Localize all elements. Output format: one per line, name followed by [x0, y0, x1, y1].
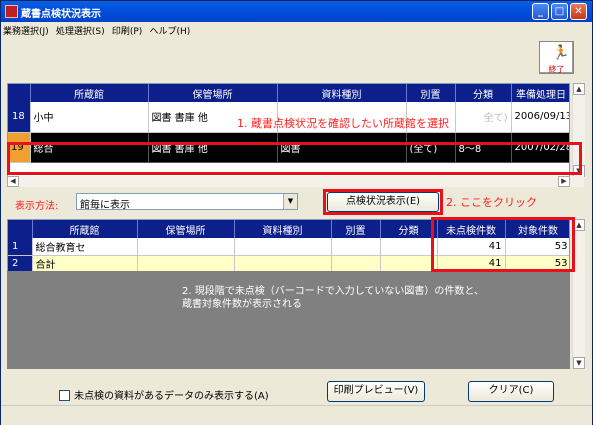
- library-grid-hscroll[interactable]: ◀ ▶: [7, 176, 584, 187]
- scroll-down-icon[interactable]: ▼: [573, 357, 585, 369]
- header-storage[interactable]: 保管場所: [148, 84, 278, 102]
- highlight-counts: [431, 217, 575, 272]
- display-method-select[interactable]: 館毎に表示 ▼: [76, 193, 298, 211]
- cell-separate: [331, 238, 381, 256]
- cell-material-type: [234, 238, 332, 256]
- scroll-left-icon[interactable]: ◀: [7, 176, 19, 187]
- clear-button[interactable]: クリア(C): [468, 381, 554, 402]
- menu-bar: 業務選択(J) 処理選択(S) 印刷(P) ヘルプ(H): [1, 22, 592, 38]
- header-classification[interactable]: 分類: [380, 220, 438, 238]
- row-number: 1: [8, 238, 33, 256]
- cell-material-type: [234, 255, 332, 271]
- app-icon: [5, 5, 18, 18]
- chevron-down-icon[interactable]: ▼: [283, 194, 297, 209]
- header-separate[interactable]: 別置: [331, 220, 381, 238]
- display-method-value: 館毎に表示: [80, 200, 130, 211]
- annotation-line-2: 蔵書対象件数が表示される: [182, 299, 302, 310]
- title-bar: 蔵書点検状況表示 _ □ ✕: [1, 1, 592, 22]
- cell-classification: 全て): [455, 102, 512, 133]
- only-unchecked-checkbox[interactable]: 未点検の資料があるデータのみ表示する(A): [59, 387, 269, 402]
- annotation-line-1: 2. 現段階で未点検（バーコードで入力していない図書）の件数と、: [182, 286, 485, 297]
- running-figure-icon: 🏃: [552, 45, 570, 61]
- row-number: 18: [8, 102, 31, 133]
- cell-library: 総合教育セ: [32, 238, 138, 256]
- annotation-click-here: 2. ここをクリック: [446, 196, 537, 209]
- scroll-right-icon[interactable]: ▶: [558, 176, 570, 187]
- header-corner: [8, 84, 31, 102]
- header-material-type[interactable]: 資料種別: [234, 220, 332, 238]
- window-title: 蔵書点検状況表示: [21, 9, 101, 20]
- exit-button-label: 終了: [548, 65, 565, 74]
- cell-storage: [137, 255, 235, 271]
- header-separate[interactable]: 別置: [406, 84, 456, 102]
- annotation-count-explanation: 2. 現段階で未点検（バーコードで入力していない図書）の件数と、 蔵書対象件数が…: [182, 285, 484, 311]
- header-storage[interactable]: 保管場所: [137, 220, 235, 238]
- display-method-label: 表示方法:: [15, 201, 59, 212]
- menu-print[interactable]: 印刷(P): [110, 22, 144, 37]
- highlight-selected-row: [7, 142, 582, 175]
- menu-help[interactable]: ヘルプ(H): [147, 22, 192, 37]
- scroll-up-icon[interactable]: ▲: [573, 83, 585, 95]
- cell-library: 小中: [30, 102, 149, 133]
- status-bar: [1, 405, 592, 425]
- cell-storage: [137, 238, 235, 256]
- print-preview-button[interactable]: 印刷プレビュー(V): [327, 381, 425, 402]
- cell-separate: [331, 255, 381, 271]
- library-grid-header: 所蔵館 保管場所 資料種別 別置 分類 準備処理日: [8, 84, 569, 102]
- maximize-button[interactable]: □: [551, 3, 568, 20]
- header-library[interactable]: 所蔵館: [32, 220, 138, 238]
- checkbox-box[interactable]: [59, 390, 70, 401]
- cell-library: 合計: [32, 255, 138, 271]
- window: 蔵書点検状況表示 _ □ ✕ 業務選択(J) 処理選択(S) 印刷(P) ヘルプ…: [0, 0, 593, 425]
- cell-classification: [380, 255, 438, 271]
- close-button[interactable]: ✕: [570, 3, 587, 20]
- header-material-type[interactable]: 資料種別: [277, 84, 407, 102]
- minimize-button[interactable]: _: [532, 3, 549, 20]
- cell-classification: [380, 238, 438, 256]
- header-library[interactable]: 所蔵館: [30, 84, 149, 102]
- menu-process-select[interactable]: 処理選択(S): [54, 22, 107, 37]
- checkbox-label: 未点検の資料があるデータのみ表示する(A): [74, 391, 269, 402]
- header-corner: [8, 220, 33, 238]
- row-number: 2: [8, 255, 33, 271]
- menu-job-select[interactable]: 業務選択(J): [1, 22, 51, 37]
- exit-button[interactable]: 🏃 終了: [539, 41, 574, 74]
- highlight-check-status: [323, 189, 443, 215]
- cell-prep-date: 2006/09/13: [511, 102, 569, 133]
- annotation-select-library: 1. 蔵書点検状況を確認したい所蔵館を選択: [237, 117, 449, 130]
- header-prep-date[interactable]: 準備処理日: [511, 84, 569, 102]
- header-classification[interactable]: 分類: [455, 84, 512, 102]
